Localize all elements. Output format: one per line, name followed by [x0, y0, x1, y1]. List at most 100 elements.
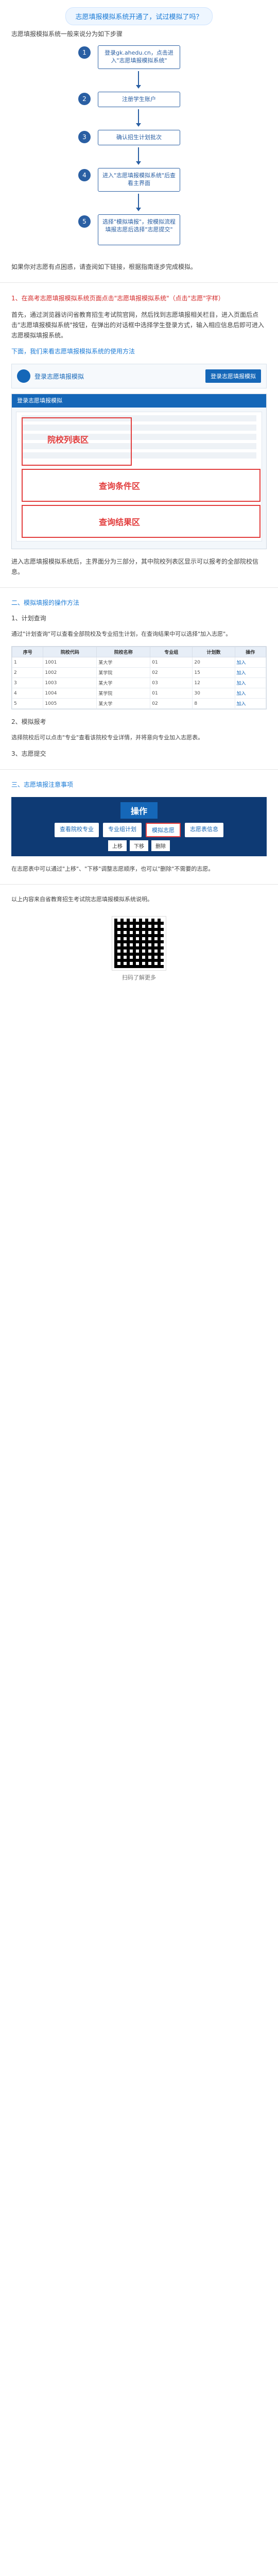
table-cell: 某学院	[96, 688, 151, 699]
section1-red-note: 1、在高考志愿填报模拟系统页面点击"志愿填报模拟系统"（点击"志愿"字样）	[11, 295, 224, 302]
flow-step: 选择"模拟填报"，按模拟流程填报志愿后选择"志愿提交"	[98, 214, 180, 245]
plan-table: 序号 院校代码 院校名称 专业组 计划数 操作 1 1001 某大学 01 20	[11, 647, 267, 709]
table-cell: 某学院	[96, 667, 151, 678]
table-header: 院校代码	[43, 647, 97, 657]
overlay-label-college-list: 院校列表区	[47, 435, 89, 445]
table-header: 计划数	[192, 647, 235, 657]
menu-button[interactable]: 志愿表信息	[185, 823, 223, 837]
intro-title-wrap: 志愿填报模拟系统开通了，试过模拟了吗？	[0, 6, 278, 26]
table-cell: 1005	[43, 698, 97, 709]
section-operation: 二、模拟填报的操作方法 1、计划查询 通过"计划查询"可以查看全部院校及专业招生…	[0, 595, 278, 762]
flow-arrow	[136, 194, 141, 211]
table-cell: 1001	[43, 657, 97, 668]
flow-step-number: 4	[78, 169, 91, 181]
table-cell: 15	[192, 667, 235, 678]
system-screenshot: 登录志愿填报模拟 院校列表区 查询条件区 查询结果区	[11, 394, 267, 549]
overlay-label-result: 查询结果区	[99, 517, 141, 527]
flow-step: 注册学生账户	[98, 92, 180, 107]
add-button[interactable]: 加入	[234, 677, 267, 688]
section-notes: 三、志愿填报注意事项 操作 查看院校专业 专业组计划 模拟志愿 志愿表信息 上移…	[0, 777, 278, 877]
table-cell: 8	[192, 698, 235, 709]
intro-lead: 志愿填报模拟系统一般来说分为如下步骤	[11, 30, 123, 38]
table-cell: 1	[11, 657, 44, 668]
intro: 志愿填报模拟系统开通了，试过模拟了吗？ 志愿填报模拟系统一般来说分为如下步骤	[0, 6, 278, 42]
operation-submenu: 上移 下移 删除	[108, 840, 170, 851]
table-cell: 1002	[43, 667, 97, 678]
move-up-button[interactable]: 上移	[108, 840, 127, 851]
table-cell: 03	[150, 677, 193, 688]
table-cell: 2	[11, 667, 44, 678]
flow-chart: 1 登录gk.ahedu.cn，点击进入"志愿填报模拟系统" 2 注册学生账户 …	[0, 42, 278, 259]
plan-table-screenshot: 序号 院校代码 院校名称 专业组 计划数 操作 1 1001 某大学 01 20	[11, 646, 267, 709]
highlight-box	[22, 505, 260, 538]
section-login: 1、在高考志愿填报模拟系统页面点击"志愿填报模拟系统"（点击"志愿"字样） 首先…	[0, 290, 278, 580]
footer: 以上内容来自省教育招生考试院志愿填报模拟系统说明。 扫码了解更多	[0, 892, 278, 992]
screenshot-body: 院校列表区 查询条件区 查询结果区	[16, 412, 262, 541]
flow-step-number: 5	[78, 215, 91, 228]
flow-step-number: 3	[78, 131, 91, 143]
qr-code-icon	[112, 916, 166, 971]
section2-para1: 通过"计划查询"可以查看全部院校及专业招生计划，在查询结果中可以选择"加入志愿"…	[11, 631, 232, 637]
table-row: 3 1003 某大学 03 12 加入	[11, 677, 267, 688]
flow-step: 确认招生计划批次	[98, 130, 180, 145]
flow-arrow	[136, 147, 141, 165]
table-header: 操作	[234, 647, 267, 657]
section2-para2: 选择院校后可以点击"专业"查看该院校专业详情，并将意向专业加入志愿表。	[11, 734, 204, 741]
table-cell: 01	[150, 657, 193, 668]
table-cell: 5	[11, 698, 44, 709]
table-cell: 01	[150, 688, 193, 699]
table-cell: 1003	[43, 677, 97, 688]
tip-text: 如果你对志愿有点困惑，请查阅如下链接，根据指南逐步完成模拟。	[11, 263, 197, 270]
table-cell: 某大学	[96, 657, 151, 668]
table-cell: 02	[150, 698, 193, 709]
flow-arrow	[136, 109, 141, 127]
divider	[0, 282, 278, 283]
table-header-row: 序号 院校代码 院校名称 专业组 计划数 操作	[11, 647, 267, 657]
screenshot-titlebar: 登录志愿填报模拟	[12, 394, 266, 408]
enter-system-button[interactable]: 登录志愿填报模拟	[205, 369, 261, 383]
table-cell: 4	[11, 688, 44, 699]
table-cell: 12	[192, 677, 235, 688]
divider	[0, 884, 278, 885]
portal-logo-icon	[17, 369, 30, 383]
highlight-box	[22, 469, 260, 502]
table-cell: 20	[192, 657, 235, 668]
section2-bullet: 1、计划查询	[11, 615, 46, 622]
table-cell: 某大学	[96, 677, 151, 688]
table-cell: 02	[150, 667, 193, 678]
table-header: 专业组	[150, 647, 193, 657]
menu-button[interactable]: 专业组计划	[103, 823, 142, 837]
section2-heading: 二、模拟填报的操作方法	[11, 599, 80, 606]
add-button[interactable]: 加入	[234, 667, 267, 678]
table-cell: 3	[11, 677, 44, 688]
portal-header: 登录志愿填报模拟 登录志愿填报模拟	[11, 364, 267, 388]
section3-heading: 三、志愿填报注意事项	[11, 781, 74, 788]
operation-menu-title: 操作	[120, 802, 158, 819]
menu-button[interactable]: 查看院校专业	[55, 823, 99, 837]
table-row: 1 1001 某大学 01 20 加入	[11, 657, 267, 668]
operation-menu-buttons: 查看院校专业 专业组计划 模拟志愿 志愿表信息	[55, 823, 223, 837]
move-down-button[interactable]: 下移	[130, 840, 148, 851]
section2-bullet: 3、志愿提交	[11, 750, 46, 757]
page: 志愿填报模拟系统开通了，试过模拟了吗？ 志愿填报模拟系统一般来说分为如下步骤 1…	[0, 0, 278, 992]
section1-step-label: 下面，我们来看志愿填报模拟系统的使用方法	[11, 348, 135, 355]
flow-step: 进入"志愿填报模拟系统"后查看主界面	[98, 168, 180, 192]
overlay-label-query: 查询条件区	[99, 481, 141, 491]
table-cell: 某大学	[96, 698, 151, 709]
flow-step-number: 2	[78, 93, 91, 105]
divider	[0, 769, 278, 770]
table-cell: 1004	[43, 688, 97, 699]
footer-note: 以上内容来自省教育招生考试院志愿填报模拟系统说明。	[11, 896, 153, 903]
add-button[interactable]: 加入	[234, 657, 267, 668]
table-row: 5 1005 某大学 02 8 加入	[11, 698, 267, 709]
delete-button[interactable]: 删除	[151, 840, 170, 851]
table-row: 2 1002 某学院 02 15 加入	[11, 667, 267, 678]
qr-caption: 扫码了解更多	[122, 974, 156, 981]
flow-step-number: 1	[78, 46, 91, 59]
section1-desc: 首先，通过浏览器访问省教育招生考试院官网，然后找到志愿填报相关栏目，进入页面后点…	[11, 311, 265, 339]
menu-button[interactable]: 模拟志愿	[146, 823, 181, 837]
add-button[interactable]: 加入	[234, 688, 267, 699]
table-cell: 30	[192, 688, 235, 699]
add-button[interactable]: 加入	[234, 698, 267, 709]
section2-bullet: 2、模拟报考	[11, 718, 46, 725]
